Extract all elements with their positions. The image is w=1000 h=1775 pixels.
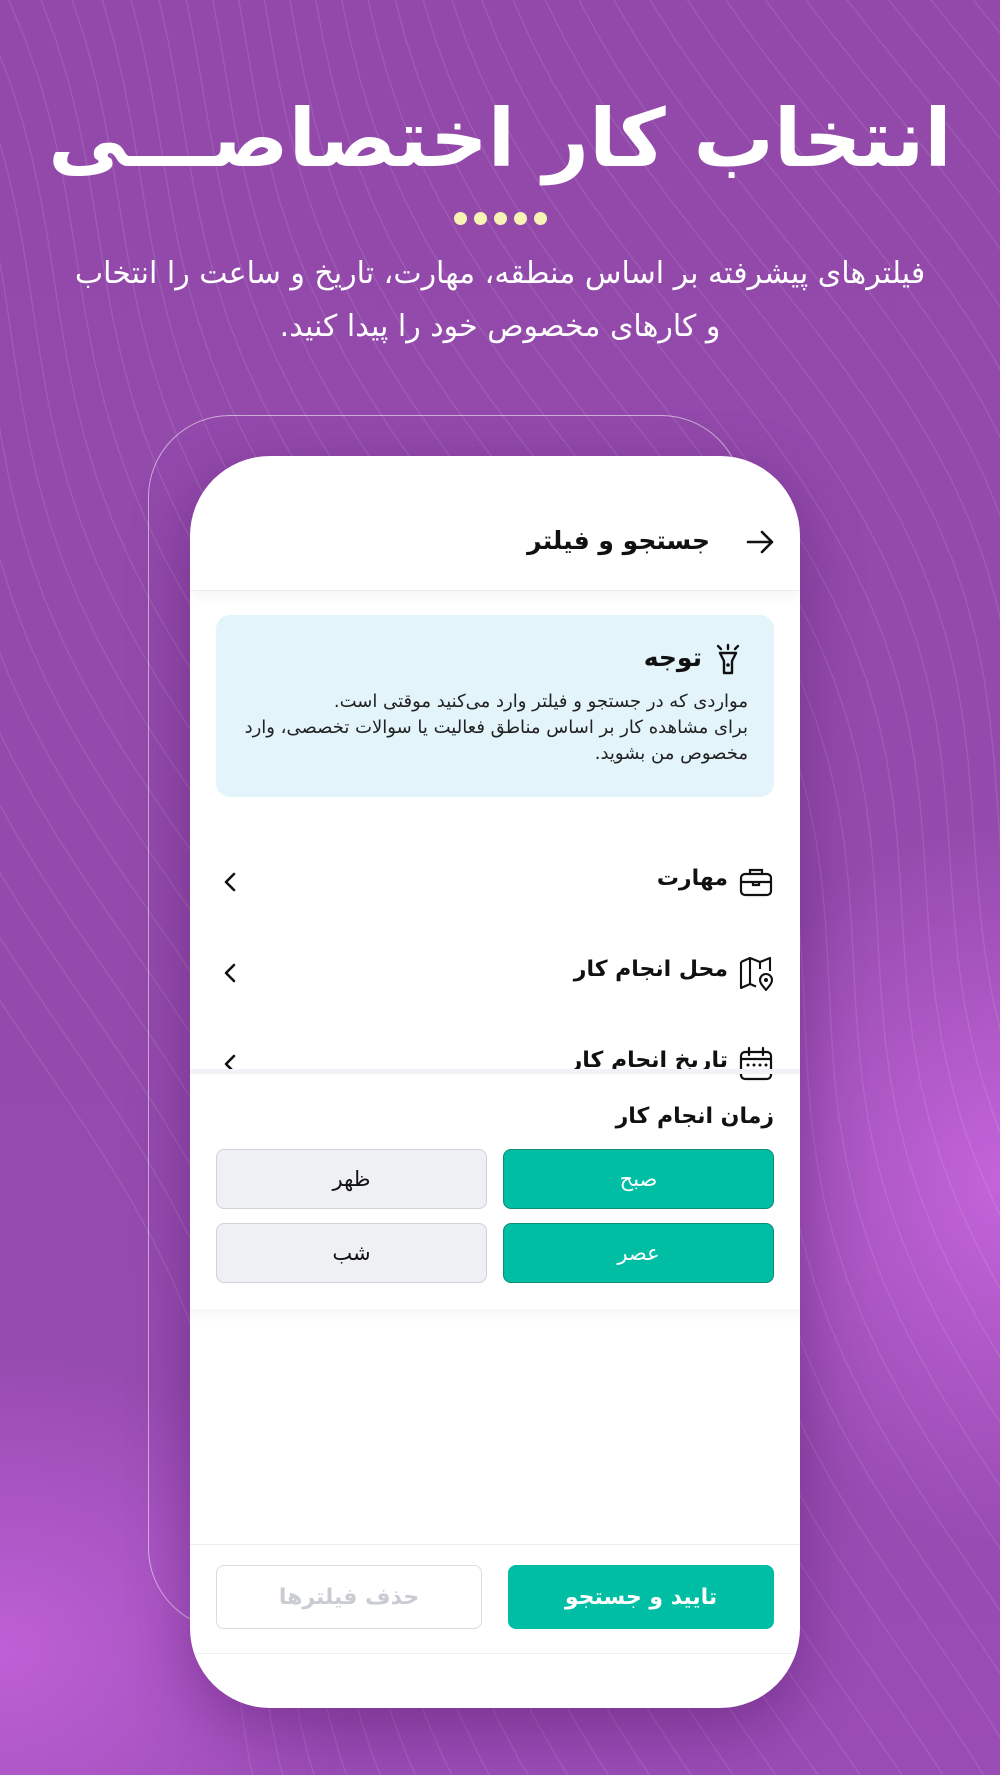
pagination-dot bbox=[533, 212, 547, 225]
arrow-right-icon[interactable] bbox=[742, 524, 778, 560]
filter-row-skill[interactable]: مهارت bbox=[190, 842, 800, 922]
calendar-icon bbox=[739, 1046, 773, 1081]
filter-row-location[interactable]: محل انجام کار bbox=[190, 933, 800, 1013]
notice-line: برای مشاهده کار بر اساس مناطق فعالیت یا … bbox=[244, 717, 748, 764]
promo-subtitle: فیلترهای پیشرفته بر اساس منطقه، مهارت، ت… bbox=[74, 256, 926, 344]
filter-label: مهارت bbox=[656, 866, 728, 891]
pagination-dot bbox=[453, 212, 467, 225]
section-divider bbox=[190, 1069, 800, 1074]
time-option-morning[interactable]: صبح bbox=[503, 1149, 774, 1209]
pagination-dot bbox=[493, 212, 507, 225]
confirm-search-button[interactable]: تایید و جستجو bbox=[508, 1565, 774, 1629]
filter-row-date[interactable]: تاریخ انجام کار bbox=[190, 1024, 800, 1104]
time-section-title: زمان انجام کار bbox=[615, 1104, 774, 1129]
background-wave-line bbox=[983, 0, 1000, 1775]
pagination-dot bbox=[473, 212, 487, 225]
notice-box: توجه مواردی که در جستجو و فیلتر وارد می‌… bbox=[216, 615, 774, 797]
time-option-afternoon[interactable]: عصر bbox=[503, 1223, 774, 1283]
filter-label: محل انجام کار bbox=[573, 957, 728, 982]
promo-headline: انتخاب کار اختصاصـــی bbox=[48, 92, 952, 185]
chevron-left-icon bbox=[224, 963, 236, 983]
time-option-noon[interactable]: ظهر bbox=[216, 1149, 487, 1209]
clear-filters-button[interactable]: حذف فیلترها bbox=[216, 1565, 482, 1629]
phone-screen: جستجو و فیلتر توجه مواردی که در جستجو و … bbox=[190, 456, 800, 1708]
notice-title: توجه bbox=[643, 643, 702, 672]
map-pin-icon bbox=[739, 956, 774, 991]
briefcase-icon bbox=[739, 868, 773, 897]
time-option-night[interactable]: شب bbox=[216, 1223, 487, 1283]
notice-body: مواردی که در جستجو و فیلتر وارد می‌کنید … bbox=[238, 689, 748, 767]
notice-line: مواردی که در جستجو و فیلتر وارد می‌کنید … bbox=[333, 691, 748, 712]
section-shadow bbox=[190, 1309, 800, 1323]
pagination-dots bbox=[0, 212, 1000, 225]
chevron-left-icon bbox=[224, 872, 236, 892]
page-title: جستجو و فیلتر bbox=[527, 526, 710, 555]
pagination-dot bbox=[513, 212, 527, 225]
background-wave-line bbox=[972, 0, 1000, 34]
app-header: جستجو و فیلتر bbox=[190, 506, 800, 591]
flashlight-icon bbox=[716, 643, 740, 675]
action-footer: تایید و جستجو حذف فیلترها bbox=[190, 1544, 800, 1654]
